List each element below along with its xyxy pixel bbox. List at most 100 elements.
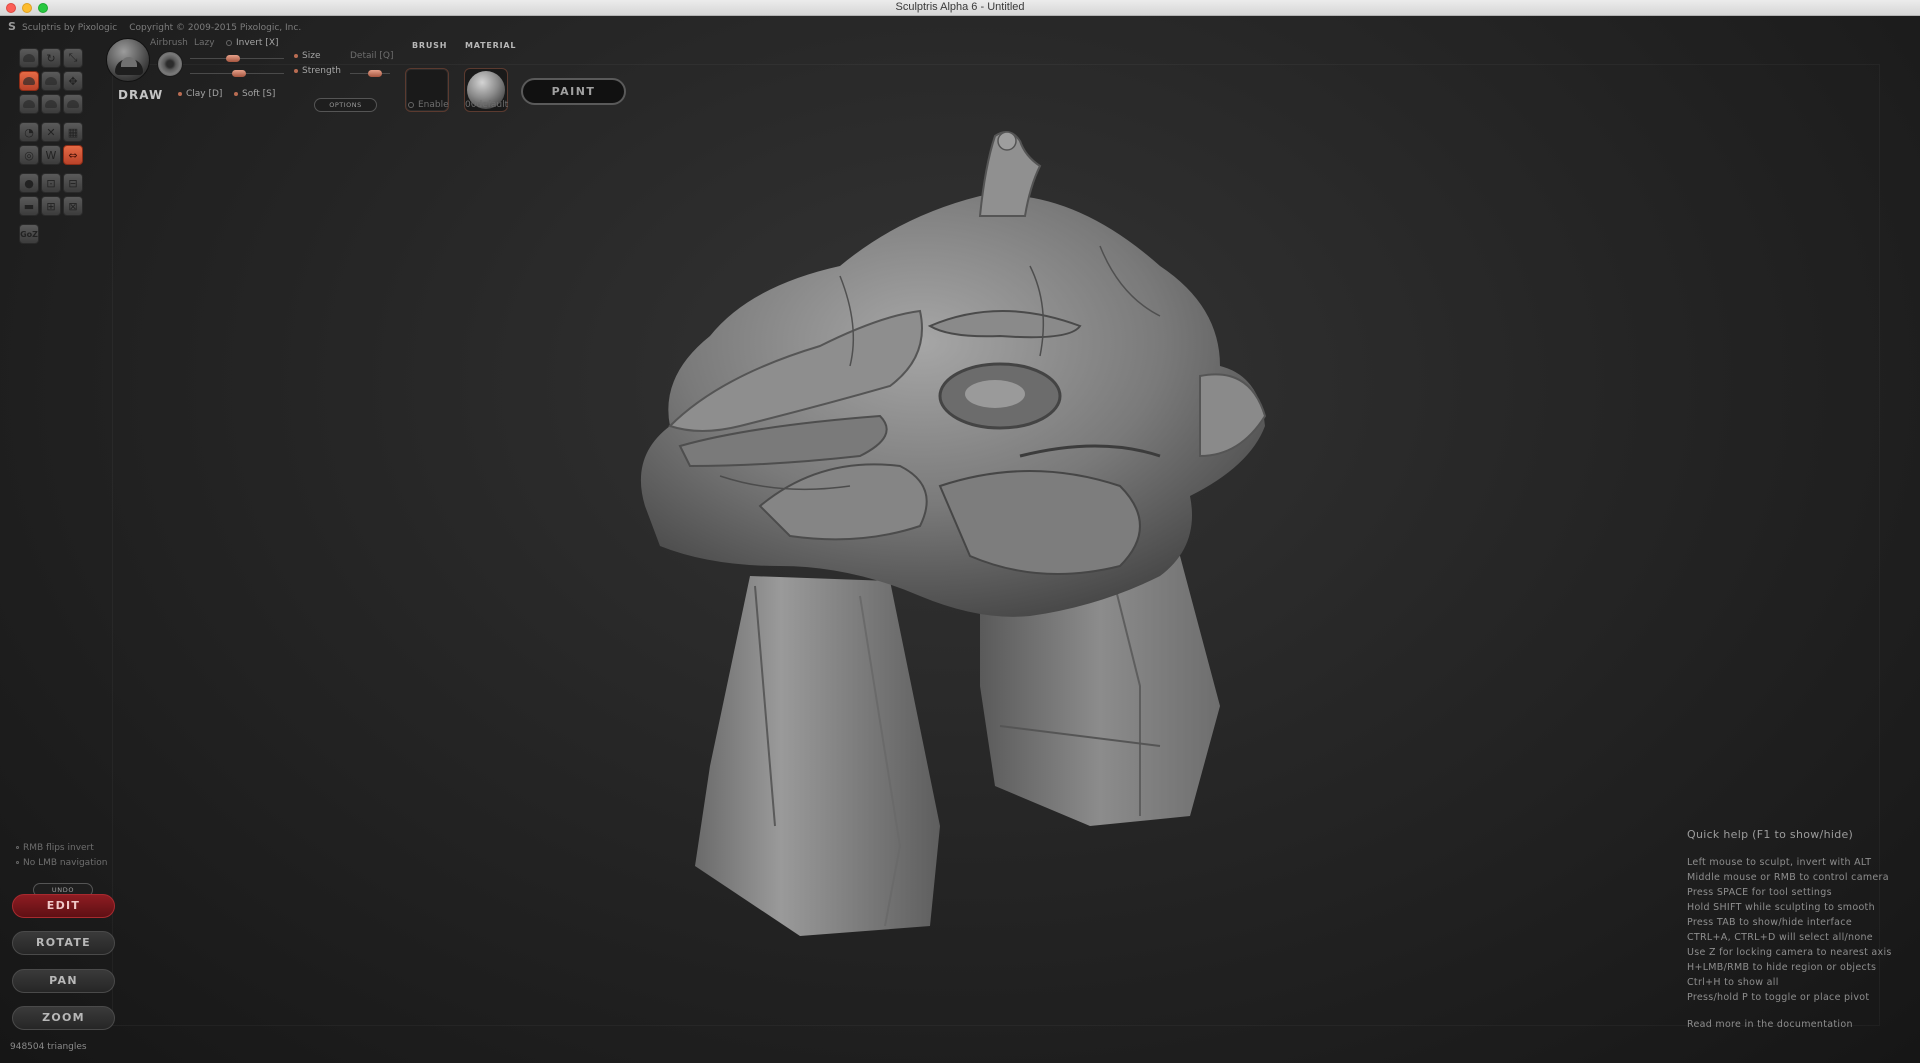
new-plane-button[interactable]: ▬ xyxy=(19,196,39,216)
help-line: Press TAB to show/hide interface xyxy=(1687,917,1852,928)
size-slider[interactable] xyxy=(190,55,284,62)
smooth-tool-button[interactable] xyxy=(63,94,83,114)
app-brand: Sculptris by Pixologic xyxy=(22,23,118,33)
strength-toggle[interactable]: Strength xyxy=(294,66,341,76)
rotate-button[interactable]: ROTATE xyxy=(12,931,115,955)
strength-slider-knob[interactable] xyxy=(232,70,246,77)
wireframe-icon: W xyxy=(45,148,57,162)
draw-icon xyxy=(23,77,35,85)
smooth-icon xyxy=(67,100,79,108)
size-radio-icon xyxy=(294,53,298,58)
reduce-selected-button[interactable]: ✕ xyxy=(41,122,61,142)
material-section-title: MATERIAL xyxy=(465,41,517,50)
clay-radio-icon xyxy=(178,91,182,96)
crease-icon xyxy=(23,54,35,62)
scale-icon: ⤡ xyxy=(68,51,78,64)
sculpted-model[interactable] xyxy=(600,126,1290,956)
pinch-icon xyxy=(45,100,57,108)
no-lmb-nav-toggle[interactable]: No LMB navigation xyxy=(16,858,107,868)
flatten-icon xyxy=(45,77,57,85)
quick-help-title: Quick help (F1 to show/hide) xyxy=(1687,828,1854,841)
help-line: Use Z for locking camera to nearest axis xyxy=(1687,947,1892,958)
no-lmb-radio-icon xyxy=(16,861,19,864)
invert-toggle[interactable]: Invert [X] xyxy=(226,38,279,48)
brush-enable-toggle[interactable]: Enable xyxy=(408,100,449,110)
help-line: Press SPACE for tool settings xyxy=(1687,887,1832,898)
soft-toggle[interactable]: Soft [S] xyxy=(234,89,275,99)
window-title: Sculptris Alpha 6 - Untitled xyxy=(895,1,1025,13)
symmetry-icon: ⇔ xyxy=(68,148,78,162)
detail-slider-knob[interactable] xyxy=(368,70,382,77)
help-line: Left mouse to sculpt, invert with ALT xyxy=(1687,857,1872,868)
goz-icon: GoZ xyxy=(20,229,38,239)
inflate-tool-button[interactable] xyxy=(19,94,39,114)
new-sphere-button[interactable]: ● xyxy=(19,173,39,193)
clay-toggle[interactable]: Clay [D] xyxy=(178,89,222,99)
draw-tool-button[interactable] xyxy=(19,71,39,91)
brush-preview[interactable] xyxy=(106,38,150,82)
zoom-button[interactable]: ZOOM xyxy=(12,1006,115,1030)
pinch-tool-button[interactable] xyxy=(41,94,61,114)
edit-button[interactable]: EDIT xyxy=(12,894,115,918)
triangle-count: 948504 triangles xyxy=(10,1042,87,1052)
soft-radio-icon xyxy=(234,91,238,96)
documentation-link[interactable]: Read more in the documentation xyxy=(1687,1019,1917,1030)
airbrush-toggle[interactable]: Airbrush xyxy=(150,38,188,48)
inflate-icon xyxy=(23,100,35,108)
strength-radio-icon xyxy=(294,68,298,73)
material-name: 00default xyxy=(465,100,509,110)
size-slider-knob[interactable] xyxy=(226,55,240,62)
enable-radio-icon xyxy=(408,101,414,108)
detail-slider[interactable] xyxy=(350,70,390,77)
brush-section-title: BRUSH xyxy=(412,41,448,50)
strength-slider[interactable] xyxy=(190,70,284,77)
falloff-preview[interactable] xyxy=(157,51,183,77)
crease-tool-button[interactable] xyxy=(19,48,39,68)
help-line: Press/hold P to toggle or place pivot xyxy=(1687,992,1870,1003)
rotate-icon: ↻ xyxy=(46,51,56,65)
export-button[interactable]: ⊠ xyxy=(63,196,83,216)
app-copyright: Copyright © 2009-2015 Pixologic, Inc. xyxy=(129,23,302,33)
rotate-tool-button[interactable]: ↻ xyxy=(41,48,61,68)
wireframe-button[interactable]: W xyxy=(41,145,61,165)
save-button[interactable]: ⊟ xyxy=(63,173,83,193)
grab-tool-button[interactable]: ✥ xyxy=(63,71,83,91)
help-line: Ctrl+H to show all xyxy=(1687,977,1779,988)
sphere-icon: ● xyxy=(24,176,34,190)
window-titlebar: Sculptris Alpha 6 - Untitled xyxy=(0,0,1920,16)
goz-button[interactable]: GoZ xyxy=(19,224,39,244)
reduce-icon: ◔ xyxy=(24,125,34,139)
symmetry-button[interactable]: ⇔ xyxy=(63,145,83,165)
mask-button[interactable]: ◎ xyxy=(19,145,39,165)
help-line: H+LMB/RMB to hide region or objects xyxy=(1687,962,1877,973)
subdivide-button[interactable]: ▦ xyxy=(63,122,83,142)
mask-icon: ◎ xyxy=(24,148,34,162)
rmb-flips-toggle[interactable]: RMB flips invert xyxy=(16,843,94,853)
tool-grid: ↻ ⤡ ✥ ◔ ✕ ▦ ◎ W ⇔ ● ⊡ ⊟ ▬ ⊞ ⊠ GoZ xyxy=(19,48,89,247)
rmb-flips-radio-icon xyxy=(16,846,19,849)
save-icon: ⊟ xyxy=(68,176,78,190)
pan-button[interactable]: PAN xyxy=(12,969,115,993)
help-line: Middle mouse or RMB to control camera xyxy=(1687,872,1889,883)
detail-label: Detail [Q] xyxy=(350,51,394,61)
plane-icon: ▬ xyxy=(23,199,35,213)
import-button[interactable]: ⊞ xyxy=(41,196,61,216)
flatten-tool-button[interactable] xyxy=(41,71,61,91)
open-button[interactable]: ⊡ xyxy=(41,173,61,193)
export-icon: ⊠ xyxy=(68,199,78,213)
cross-icon: ✕ xyxy=(46,125,56,139)
help-line: Hold SHIFT while sculpting to smooth xyxy=(1687,902,1875,913)
size-toggle[interactable]: Size xyxy=(294,51,320,61)
sculpt-viewport[interactable]: S Sculptris by Pixologic Copyright © 2009-… xyxy=(0,16,1920,1063)
lazy-toggle[interactable]: Lazy xyxy=(194,38,215,48)
app-info: S Sculptris by Pixologic Copyright © 2009-… xyxy=(8,20,313,33)
grab-icon: ✥ xyxy=(68,74,78,88)
paint-mode-button[interactable]: PAINT xyxy=(521,78,626,105)
help-line: CTRL+A, CTRL+D will select all/none xyxy=(1687,932,1873,943)
options-button[interactable]: OPTIONS xyxy=(314,98,377,112)
scale-tool-button[interactable]: ⤡ xyxy=(63,48,83,68)
open-icon: ⊡ xyxy=(46,176,56,190)
invert-radio-icon xyxy=(226,39,232,46)
reduce-brush-button[interactable]: ◔ xyxy=(19,122,39,142)
grid-icon: ▦ xyxy=(67,125,79,139)
